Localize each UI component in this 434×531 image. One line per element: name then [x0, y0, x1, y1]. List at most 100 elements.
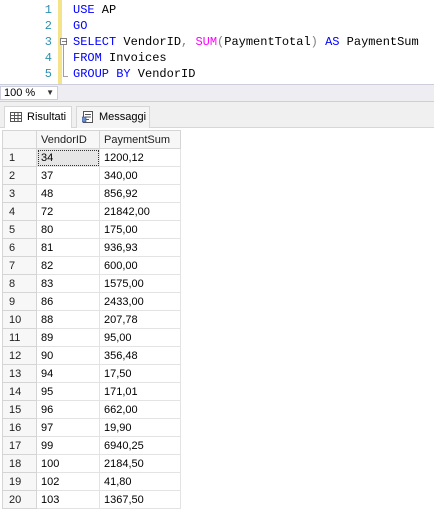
cell-vendorid[interactable]: 96 [36, 400, 100, 419]
cell-vendorid[interactable]: 80 [36, 220, 100, 239]
row-number[interactable]: 11 [2, 328, 37, 347]
cell-vendorid[interactable]: 48 [36, 184, 100, 203]
table-row[interactable]: 20 103 1367,50 [2, 490, 181, 509]
cell-paymentsum[interactable]: 2184,50 [99, 454, 181, 473]
results-table[interactable]: VendorID PaymentSum 1 34 1200,12 2 37 340,00 3… [2, 130, 181, 509]
cell-vendorid[interactable]: 90 [36, 346, 100, 365]
cell-vendorid[interactable]: 37 [36, 166, 100, 185]
table-row[interactable]: 17 99 6940,25 [2, 436, 181, 455]
row-number[interactable]: 7 [2, 256, 37, 275]
table-row[interactable]: 5 80 175,00 [2, 220, 181, 239]
cell-vendorid[interactable]: 83 [36, 274, 100, 293]
code-line[interactable]: 2 GO [0, 18, 434, 34]
table-row[interactable]: 9 86 2433,00 [2, 292, 181, 311]
cell-vendorid[interactable]: 103 [36, 490, 100, 509]
cell-paymentsum[interactable]: 600,00 [99, 256, 181, 275]
row-number[interactable]: 10 [2, 310, 37, 329]
code-line[interactable]: 3− SELECT VendorID, SUM(PaymentTotal) AS … [0, 34, 434, 50]
cell-paymentsum[interactable]: 19,90 [99, 418, 181, 437]
row-number[interactable]: 19 [2, 472, 37, 491]
table-row[interactable]: 16 97 19,90 [2, 418, 181, 437]
results-grid[interactable]: VendorID PaymentSum 1 34 1200,12 2 37 340,00 3… [0, 128, 434, 531]
cell-paymentsum[interactable]: 207,78 [99, 310, 181, 329]
table-row[interactable]: 11 89 95,00 [2, 328, 181, 347]
table-row[interactable]: 19 102 41,80 [2, 472, 181, 491]
cell-paymentsum[interactable]: 936,93 [99, 238, 181, 257]
cell-paymentsum[interactable]: 356,48 [99, 346, 181, 365]
column-header[interactable]: VendorID [36, 130, 100, 149]
cell-paymentsum[interactable]: 21842,00 [99, 202, 181, 221]
cell-paymentsum[interactable]: 340,00 [99, 166, 181, 185]
row-number[interactable]: 3 [2, 184, 37, 203]
grid-corner[interactable] [2, 130, 37, 149]
cell-paymentsum[interactable]: 175,00 [99, 220, 181, 239]
cell-vendorid[interactable]: 99 [36, 436, 100, 455]
cell-paymentsum[interactable]: 662,00 [99, 400, 181, 419]
cell-vendorid[interactable]: 94 [36, 364, 100, 383]
row-number[interactable]: 13 [2, 364, 37, 383]
row-number[interactable]: 16 [2, 418, 37, 437]
cell-paymentsum[interactable]: 1575,00 [99, 274, 181, 293]
cell-paymentsum[interactable]: 2433,00 [99, 292, 181, 311]
row-number[interactable]: 5 [2, 220, 37, 239]
code-text: SELECT VendorID, SUM(PaymentTotal) AS Pa… [73, 34, 419, 50]
table-row[interactable]: 13 94 17,50 [2, 364, 181, 383]
table-row[interactable]: 7 82 600,00 [2, 256, 181, 275]
row-number[interactable]: 1 [2, 148, 37, 167]
cell-vendorid[interactable]: 86 [36, 292, 100, 311]
row-number[interactable]: 9 [2, 292, 37, 311]
row-number[interactable]: 17 [2, 436, 37, 455]
cell-vendorid[interactable]: 88 [36, 310, 100, 329]
cell-paymentsum[interactable]: 1200,12 [99, 148, 181, 167]
row-number[interactable]: 4 [2, 202, 37, 221]
cell-paymentsum[interactable]: 856,92 [99, 184, 181, 203]
code-line[interactable]: 4 FROM Invoices [0, 50, 434, 66]
cell-vendorid[interactable]: 97 [36, 418, 100, 437]
cell-paymentsum[interactable]: 6940,25 [99, 436, 181, 455]
cell-vendorid[interactable]: 82 [36, 256, 100, 275]
cell-paymentsum[interactable]: 41,80 [99, 472, 181, 491]
row-number[interactable]: 8 [2, 274, 37, 293]
table-row[interactable]: 12 90 356,48 [2, 346, 181, 365]
cell-vendorid[interactable]: 72 [36, 202, 100, 221]
code-line[interactable]: 1 USE AP [0, 2, 434, 18]
cell-vendorid[interactable]: 34 [36, 148, 100, 167]
table-row[interactable]: 1 34 1200,12 [2, 148, 181, 167]
row-number[interactable]: 6 [2, 238, 37, 257]
grid-icon [10, 112, 22, 122]
table-row[interactable]: 8 83 1575,00 [2, 274, 181, 293]
cell-vendorid[interactable]: 102 [36, 472, 100, 491]
cell-paymentsum[interactable]: 1367,50 [99, 490, 181, 509]
cell-vendorid[interactable]: 95 [36, 382, 100, 401]
row-number[interactable]: 14 [2, 382, 37, 401]
row-number[interactable]: 20 [2, 490, 37, 509]
query-editor[interactable]: 1 USE AP 2 GO 3− SELECT VendorID, SUM(Payment… [0, 0, 434, 84]
code-token: SUM [195, 35, 218, 49]
tab-messages[interactable]: Messaggi [76, 106, 150, 128]
column-header[interactable]: PaymentSum [99, 130, 181, 149]
table-row[interactable]: 6 81 936,93 [2, 238, 181, 257]
chevron-down-icon[interactable]: ▼ [46, 87, 54, 99]
row-number[interactable]: 15 [2, 400, 37, 419]
row-number[interactable]: 18 [2, 454, 37, 473]
cell-paymentsum[interactable]: 171,01 [99, 382, 181, 401]
table-row[interactable]: 14 95 171,01 [2, 382, 181, 401]
table-row[interactable]: 4 72 21842,00 [2, 202, 181, 221]
row-number[interactable]: 12 [2, 346, 37, 365]
table-row[interactable]: 10 88 207,78 [2, 310, 181, 329]
cell-paymentsum[interactable]: 17,50 [99, 364, 181, 383]
collapse-icon[interactable]: − [60, 38, 68, 46]
cell-vendorid[interactable]: 81 [36, 238, 100, 257]
table-row[interactable]: 15 96 662,00 [2, 400, 181, 419]
table-row[interactable]: 2 37 340,00 [2, 166, 181, 185]
cell-vendorid[interactable]: 100 [36, 454, 100, 473]
tab-results[interactable]: Risultati [4, 106, 72, 128]
cell-paymentsum[interactable]: 95,00 [99, 328, 181, 347]
cell-vendorid[interactable]: 89 [36, 328, 100, 347]
table-row[interactable]: 18 100 2184,50 [2, 454, 181, 473]
table-row[interactable]: 3 48 856,92 [2, 184, 181, 203]
code-token: FROM [73, 51, 102, 65]
code-line[interactable]: 5 GROUP BY VendorID [0, 66, 434, 82]
row-number[interactable]: 2 [2, 166, 37, 185]
zoom-select[interactable]: 100 % ▼ [0, 86, 58, 100]
